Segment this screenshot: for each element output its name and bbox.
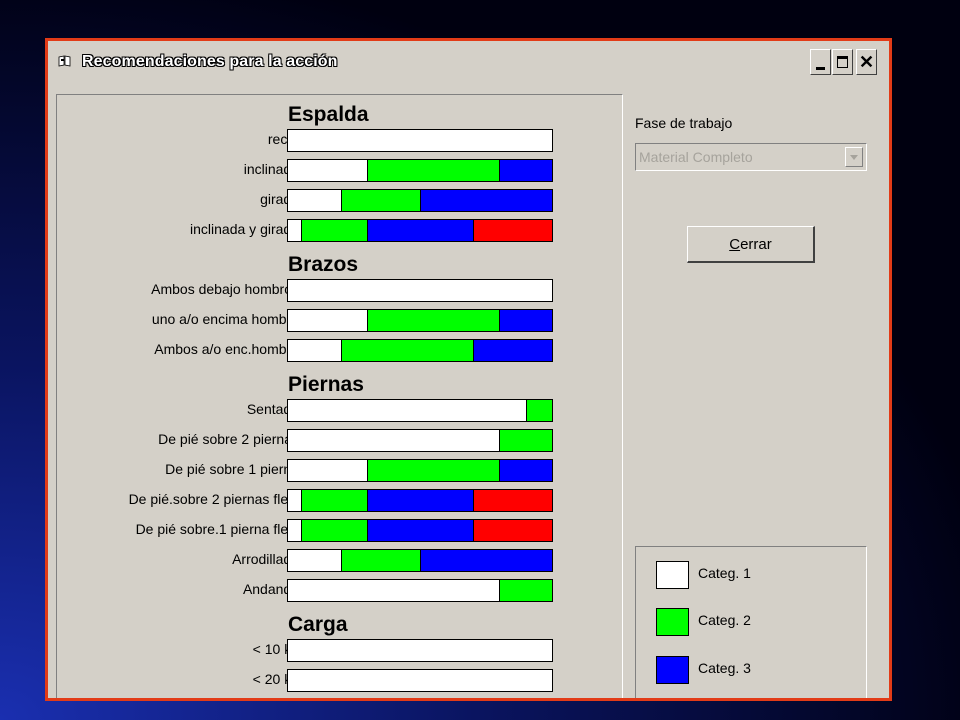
maximize-button[interactable] (832, 49, 853, 75)
category-bar (287, 579, 553, 602)
bar-segment-categ-3 (499, 460, 552, 481)
close-dialog-button[interactable]: Cerrar (687, 226, 815, 263)
row-label: Ambos debajo hombros (151, 281, 299, 297)
close-button-label: errar (740, 235, 772, 253)
bar-segment-categ-2 (367, 160, 500, 181)
category-bar (287, 339, 553, 362)
bar-segment-categ-1 (288, 310, 368, 331)
bar-segment-categ-3 (367, 220, 473, 241)
bar-segment-categ-1 (288, 160, 368, 181)
phase-select-value: Material Completo (639, 149, 753, 165)
bar-segment-categ-4 (472, 520, 552, 541)
row-label: inclinada y girada (190, 221, 299, 237)
bar-segment-categ-3 (419, 550, 552, 571)
bar-segment-categ-1 (288, 220, 302, 241)
section-heading: Carga (288, 613, 348, 636)
bar-segment-categ-1 (288, 700, 552, 701)
bar-segment-categ-1 (288, 640, 552, 661)
category-bar (287, 549, 553, 572)
bar-segment-categ-3 (472, 340, 552, 361)
category-bar (287, 459, 553, 482)
category-bar (287, 279, 553, 302)
category-bar (287, 189, 553, 212)
bar-segment-categ-3 (367, 490, 473, 511)
recommendations-panel: Espalda recta inclinada girada inclinada y g… (56, 94, 623, 701)
minimize-button[interactable] (810, 49, 831, 75)
close-window-button[interactable]: ✕ (856, 49, 877, 75)
legend-label: Categ. 2 (698, 612, 751, 628)
row-label: De pié sobre.1 pierna flex. (135, 521, 299, 537)
category-bar (287, 429, 553, 452)
bar-segment-categ-4 (472, 220, 552, 241)
title-bar[interactable]: Recomendaciones para la acción ✕ (48, 41, 889, 86)
bar-segment-categ-1 (288, 460, 368, 481)
legend-label: Categ. 3 (698, 660, 751, 676)
bar-segment-categ-2 (367, 460, 500, 481)
bar-segment-categ-1 (288, 550, 341, 571)
bar-segment-categ-2 (499, 430, 552, 451)
legend-panel: Categ. 1 Categ. 2 Categ. 3 (635, 546, 867, 698)
bar-segment-categ-2 (367, 310, 500, 331)
minimize-icon (816, 66, 825, 70)
bar-segment-categ-3 (419, 190, 552, 211)
bar-segment-categ-2 (499, 580, 552, 601)
category-bar (287, 309, 553, 332)
category-bar (287, 699, 553, 701)
category-bar (287, 669, 553, 692)
bar-segment-categ-1 (288, 580, 500, 601)
category-bar (287, 159, 553, 182)
bar-segment-categ-1 (288, 190, 341, 211)
category-bar (287, 219, 553, 242)
row-label: De pié.sobre 2 piernas flex. (128, 491, 299, 507)
bar-segment-categ-1 (288, 400, 526, 421)
bar-segment-categ-1 (288, 280, 552, 301)
section-heading: Espalda (288, 103, 369, 126)
legend-swatch-categ-2 (656, 608, 689, 636)
bar-segment-categ-2 (301, 490, 368, 511)
application-window: Recomendaciones para la acción ✕ Espalda… (45, 38, 892, 701)
bar-segment-categ-2 (301, 520, 368, 541)
bar-segment-categ-3 (499, 310, 552, 331)
bar-segment-categ-1 (288, 130, 552, 151)
row-label: De pié sobre 2 piernas (158, 431, 299, 447)
category-bar (287, 129, 553, 152)
bar-segment-categ-1 (288, 670, 552, 691)
bar-segment-categ-2 (340, 550, 420, 571)
chevron-down-icon[interactable] (845, 147, 863, 167)
phase-select[interactable]: Material Completo (635, 143, 867, 171)
phase-label: Fase de trabajo (635, 115, 733, 131)
category-bar (287, 489, 553, 512)
bar-segment-categ-1 (288, 340, 341, 361)
bar-segment-categ-3 (499, 160, 552, 181)
row-label: Ambos a/o enc.hombro (154, 341, 299, 357)
legend-swatch-categ-1 (656, 561, 689, 589)
close-button-mnemonic: C (729, 235, 741, 253)
section-heading: Piernas (288, 373, 364, 396)
window-title: Recomendaciones para la acción (82, 53, 338, 70)
bar-segment-categ-4 (472, 490, 552, 511)
bar-segment-categ-1 (288, 520, 302, 541)
bar-segment-categ-1 (288, 490, 302, 511)
category-bar (287, 519, 553, 542)
row-label: uno a/o encima hombro (151, 311, 299, 327)
close-icon: ✕ (858, 52, 875, 72)
maximize-icon (837, 56, 848, 68)
legend-swatch-categ-3 (656, 656, 689, 684)
bar-segment-categ-3 (367, 520, 473, 541)
section-heading: Brazos (288, 253, 359, 276)
bar-segment-categ-2 (525, 400, 552, 421)
legend-label: Categ. 1 (698, 565, 751, 581)
bar-segment-categ-1 (288, 430, 500, 451)
category-bar (287, 639, 553, 662)
row-label: De pié sobre 1 pierna (165, 461, 299, 477)
bar-segment-categ-2 (340, 190, 420, 211)
bar-segment-categ-2 (340, 340, 473, 361)
bar-segment-categ-2 (301, 220, 368, 241)
app-icon (58, 55, 72, 67)
category-bar (287, 399, 553, 422)
